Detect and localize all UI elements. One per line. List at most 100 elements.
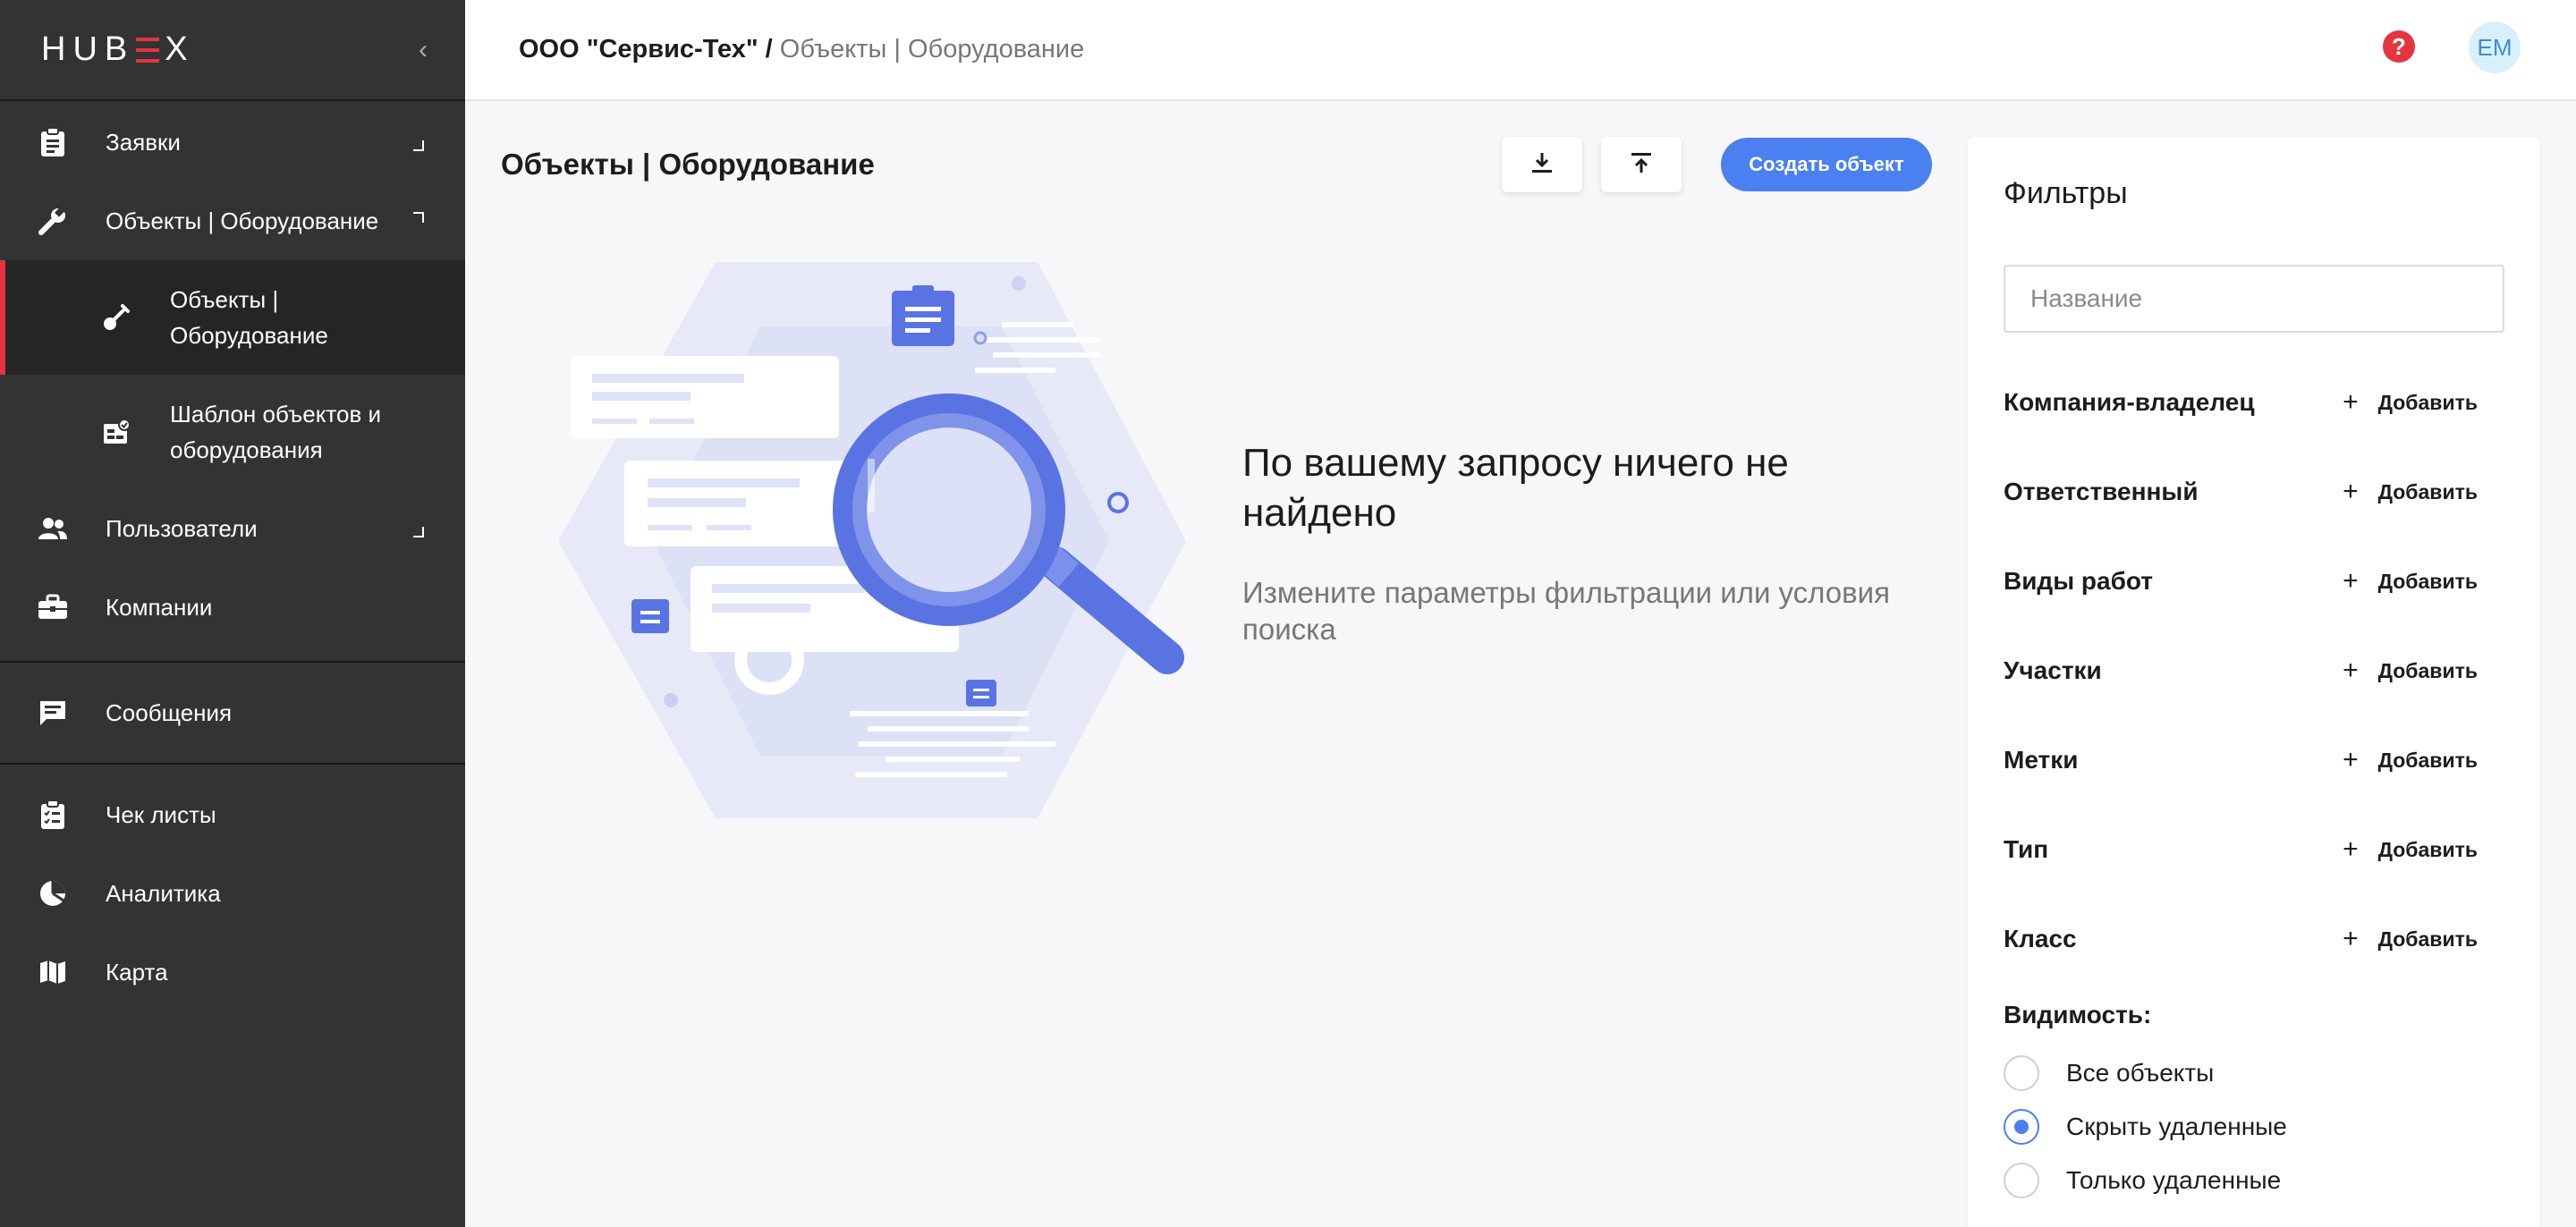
download-icon <box>1530 150 1555 180</box>
plus-icon: + <box>2343 387 2359 417</box>
add-label: Добавить <box>2377 390 2478 414</box>
users-icon <box>36 512 70 546</box>
pie-chart-icon <box>36 876 70 910</box>
plus-icon: + <box>2343 566 2359 596</box>
sidebar-item-label: Чек листы <box>106 800 216 828</box>
sidebar-item-label: Пользователи <box>106 514 258 542</box>
collapse-sidebar-icon[interactable]: ‹ <box>419 35 428 65</box>
sidebar-item-users[interactable]: Пользователи <box>0 489 465 568</box>
download-button[interactable] <box>1502 137 1582 192</box>
breadcrumb-company[interactable]: ООО "Сервис-Тех" / <box>519 35 773 63</box>
filter-label: Класс <box>2004 925 2077 952</box>
add-filter-button[interactable]: + Добавить <box>2343 745 2504 775</box>
sidebar-item-map[interactable]: Карта <box>0 933 465 1011</box>
clipboard-icon <box>36 125 70 159</box>
sidebar-item-messages[interactable]: Сообщения <box>0 663 465 763</box>
plus-icon: + <box>2343 477 2359 506</box>
sidebar-item-label: Компании <box>106 593 213 621</box>
divider <box>0 763 465 765</box>
radio-label: Все объекты <box>2066 1059 2215 1087</box>
name-filter-input[interactable] <box>2004 265 2504 333</box>
page-title: Объекты | Оборудование <box>501 148 875 181</box>
briefcase-icon <box>36 590 70 624</box>
filter-label: Тип <box>2004 835 2049 863</box>
empty-state-illustration <box>555 255 1199 827</box>
add-label: Добавить <box>2377 479 2478 503</box>
radio-button-selected[interactable] <box>2004 1109 2039 1145</box>
sidebar-item-companies[interactable]: Компании <box>0 568 465 647</box>
plus-icon: + <box>2343 924 2359 953</box>
add-filter-button[interactable]: + Добавить <box>2343 566 2504 597</box>
expand-indicator-icon <box>413 527 424 537</box>
shovel-icon <box>100 301 132 334</box>
visibility-title: Видимость: <box>2004 1001 2152 1028</box>
sidebar-item-label: Заявки <box>106 128 181 156</box>
sidebar-subitem-label: Объекты | Оборудование <box>170 286 328 349</box>
filter-sites: Участки + Добавить <box>2004 648 2504 693</box>
app-logo[interactable]: HUB X <box>41 30 195 69</box>
visibility-option-only-deleted[interactable]: Только удаленные <box>2004 1161 2281 1200</box>
filter-work-types: Виды работ + Добавить <box>2004 559 2504 604</box>
collapse-indicator-icon <box>413 212 424 223</box>
sidebar-item-label: Аналитика <box>106 879 221 907</box>
radio-button[interactable] <box>2004 1163 2039 1198</box>
filter-label: Метки <box>2004 746 2079 774</box>
filter-label: Виды работ <box>2004 567 2153 595</box>
radio-button[interactable] <box>2004 1055 2039 1091</box>
filter-class: Класс + Добавить <box>2004 917 2504 961</box>
filters-title: Фильтры <box>2004 176 2128 210</box>
sidebar-item-checklists[interactable]: Чек листы <box>0 775 465 854</box>
empty-state-subtitle: Измените параметры фильтрации или услови… <box>1242 576 1890 646</box>
avatar[interactable]: ЕМ <box>2469 21 2521 73</box>
add-label: Добавить <box>2377 837 2478 861</box>
add-filter-button[interactable]: + Добавить <box>2343 656 2504 686</box>
chat-icon <box>36 696 70 730</box>
create-object-button[interactable]: Создать объект <box>1721 138 1932 191</box>
sidebar-header: HUB X ‹ <box>0 0 465 101</box>
breadcrumb-current: Объекты | Оборудование <box>779 35 1085 63</box>
wrench-icon <box>36 204 70 238</box>
visibility-option-hide-deleted[interactable]: Скрыть удаленные <box>2004 1107 2287 1147</box>
expand-indicator-icon <box>413 140 424 151</box>
help-icon[interactable]: ? <box>2383 30 2415 63</box>
add-filter-button[interactable]: + Добавить <box>2343 924 2504 954</box>
sidebar-item-label: Карта <box>106 958 168 986</box>
visibility-option-all[interactable]: Все объекты <box>2004 1054 2214 1093</box>
sidebar-subitem-label: Шаблон объектов и оборудования <box>170 401 382 463</box>
radio-label: Только удаленные <box>2066 1166 2282 1194</box>
plus-icon: + <box>2343 745 2359 774</box>
filter-label: Участки <box>2004 656 2102 684</box>
add-label: Добавить <box>2377 658 2478 682</box>
upload-button[interactable] <box>1601 137 1682 192</box>
sidebar-item-analytics[interactable]: Аналитика <box>0 854 465 933</box>
plus-icon: + <box>2343 656 2359 685</box>
sidebar: HUB X ‹ Заявки Объекты | Оборудование Объ… <box>0 0 465 1227</box>
upload-icon <box>1629 150 1654 180</box>
filter-label: Компания-владелец <box>2004 388 2255 416</box>
add-filter-button[interactable]: + Добавить <box>2343 477 2504 507</box>
add-filter-button[interactable]: + Добавить <box>2343 834 2504 865</box>
filter-tags: Метки + Добавить <box>2004 738 2504 783</box>
sidebar-item-label: Сообщения <box>106 698 233 726</box>
plus-icon: + <box>2343 834 2359 864</box>
filter-type: Тип + Добавить <box>2004 827 2504 872</box>
breadcrumb: ООО "Сервис-Тех" / Объекты | Оборудовани… <box>519 35 1084 64</box>
sidebar-subitem-objects[interactable]: Объекты | Оборудование <box>0 260 465 375</box>
add-label: Добавить <box>2377 569 2478 593</box>
add-filter-button[interactable]: + Добавить <box>2343 387 2504 418</box>
filters-panel: Фильтры Компания-владелец + Добавить Отве… <box>1968 137 2540 1227</box>
map-icon <box>36 955 70 989</box>
sidebar-item-label: Объекты | Оборудование <box>106 207 379 234</box>
add-label: Добавить <box>2377 927 2478 951</box>
sidebar-item-requests[interactable]: Заявки <box>0 103 465 182</box>
add-label: Добавить <box>2377 748 2478 772</box>
top-bar: ООО "Сервис-Тех" / Объекты | Оборудовани… <box>465 0 2576 101</box>
filter-owner-company: Компания-владелец + Добавить <box>2004 380 2504 425</box>
sidebar-item-objects[interactable]: Объекты | Оборудование <box>0 182 465 260</box>
filter-responsible: Ответственный + Добавить <box>2004 470 2504 514</box>
sidebar-subitem-templates[interactable]: Шаблон объектов и оборудования <box>0 375 465 489</box>
template-icon <box>100 416 132 448</box>
empty-state-title: По вашему запросу ничего не найдено <box>1242 441 1789 535</box>
filter-label: Ответственный <box>2004 478 2199 505</box>
radio-label: Скрыть удаленные <box>2066 1113 2287 1140</box>
